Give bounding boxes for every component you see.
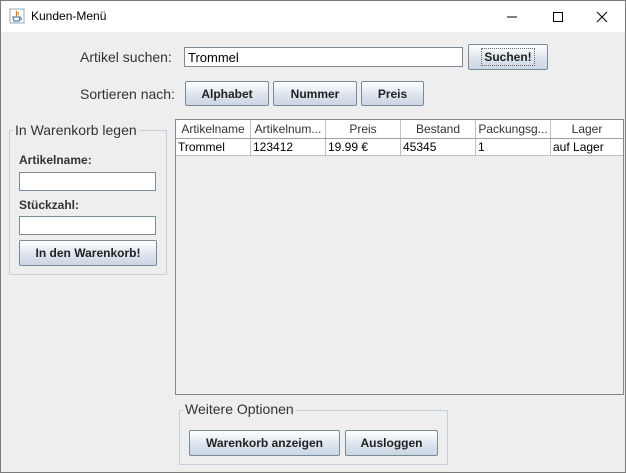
title-bar: Kunden-Menü <box>1 1 625 32</box>
table-header: Artikelname Artikelnum... Preis Bestand … <box>176 120 623 139</box>
table-cell: 45345 <box>401 139 476 156</box>
table-cell: auf Lager <box>551 139 623 156</box>
search-button[interactable]: Suchen! <box>468 44 548 70</box>
sort-label: Sortieren nach: <box>80 86 175 102</box>
search-input[interactable] <box>184 47 463 67</box>
table-row[interactable]: Trommel 123412 19.99 € 45345 1 auf Lager <box>176 139 623 156</box>
close-button[interactable] <box>579 1 625 32</box>
minimize-icon <box>507 16 517 17</box>
article-table[interactable]: Artikelname Artikelnum... Preis Bestand … <box>175 119 624 395</box>
article-name-input[interactable] <box>19 172 156 191</box>
column-header-package[interactable]: Packungsg... <box>476 120 551 138</box>
cart-panel-title: In Warenkorb legen <box>13 122 139 138</box>
column-header-number[interactable]: Artikelnum... <box>251 120 326 138</box>
column-header-stock[interactable]: Bestand <box>401 120 476 138</box>
table-cell: 123412 <box>251 139 326 156</box>
search-button-label: Suchen! <box>481 48 535 66</box>
table-cell: 1 <box>476 139 551 156</box>
window-title: Kunden-Menü <box>31 9 107 23</box>
add-to-cart-button[interactable]: In den Warenkorb! <box>19 240 157 266</box>
options-panel-title: Weitere Optionen <box>183 401 296 417</box>
show-cart-button[interactable]: Warenkorb anzeigen <box>189 430 340 456</box>
quantity-label: Stückzahl: <box>19 198 80 212</box>
quantity-input[interactable] <box>19 216 156 235</box>
maximize-button[interactable] <box>535 1 581 32</box>
sort-price-button[interactable]: Preis <box>361 81 424 106</box>
sort-number-button[interactable]: Nummer <box>273 81 357 106</box>
java-cup-icon <box>9 8 25 24</box>
minimize-button[interactable] <box>489 1 535 32</box>
column-header-name[interactable]: Artikelname <box>176 120 251 138</box>
table-cell: 19.99 € <box>326 139 401 156</box>
table-cell: Trommel <box>176 139 251 156</box>
search-label: Artikel suchen: <box>80 49 172 65</box>
maximize-icon <box>553 11 563 22</box>
column-header-storage[interactable]: Lager <box>551 120 623 138</box>
sort-alphabet-button[interactable]: Alphabet <box>185 81 269 106</box>
close-icon <box>596 11 608 22</box>
column-header-price[interactable]: Preis <box>326 120 401 138</box>
logout-button[interactable]: Ausloggen <box>345 430 438 456</box>
article-name-label: Artikelname: <box>19 153 92 167</box>
main-window: Kunden-Menü Artikel suchen: Suchen! Sort… <box>0 0 626 473</box>
